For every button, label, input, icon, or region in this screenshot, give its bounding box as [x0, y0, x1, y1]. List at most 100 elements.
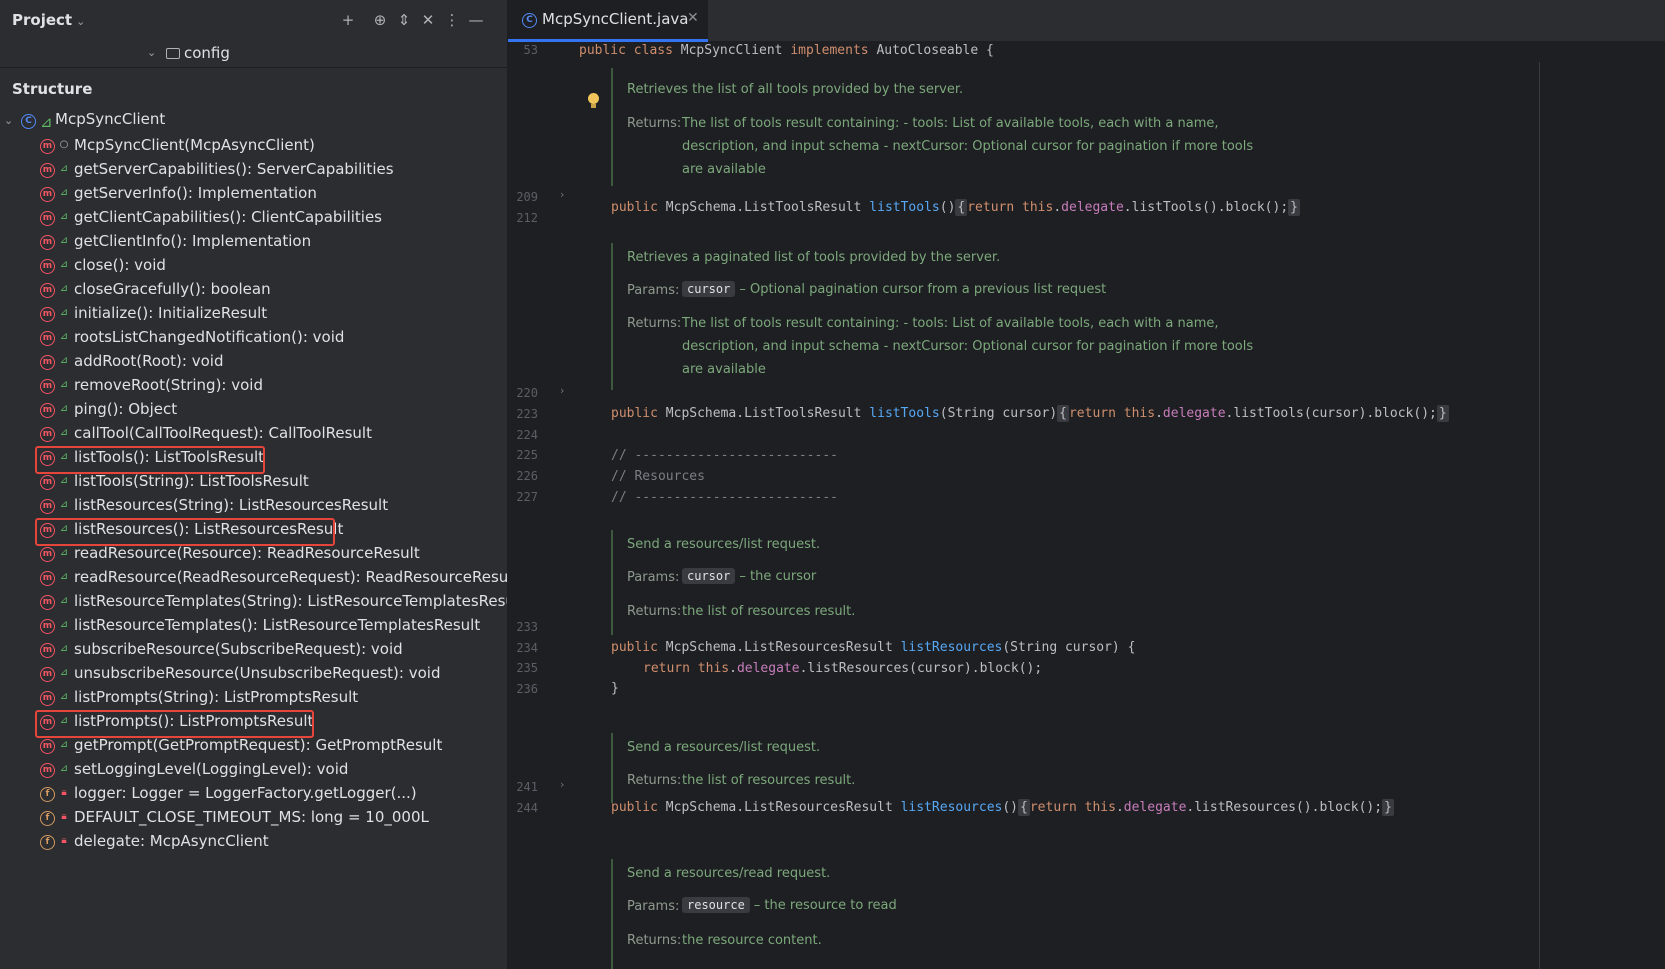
code-line-220[interactable]: public McpSchema.ListToolsResult listToo…: [611, 405, 1449, 422]
code-text: .listTools(cursor).block();: [1225, 406, 1437, 421]
doc-returns-text: description, and input schema - nextCurs…: [682, 339, 1254, 354]
method-icon: m: [40, 187, 55, 202]
keyword: this: [697, 661, 730, 676]
editor-tab-bar: C McpSyncClient.java ✕: [508, 0, 1665, 42]
folded-brace[interactable]: {: [955, 199, 968, 216]
method-icon: m: [40, 331, 55, 346]
public-visibility-icon: ⊿: [59, 643, 69, 654]
fold-chevron-icon[interactable]: ›: [560, 188, 564, 201]
structure-member[interactable]: f 🔒︎ DEFAULT_CLOSE_TIMEOUT_MS: long = 10_0…: [0, 806, 507, 830]
public-visibility-icon: ⊿: [59, 259, 69, 270]
structure-member[interactable]: m ⊿ listResources(String): ListResourcesRe…: [0, 494, 507, 518]
structure-member[interactable]: m ⊿ readResource(Resource): ReadResourceRe…: [0, 542, 507, 566]
class-icon: C: [522, 13, 537, 28]
structure-member-label: unsubscribeResource(UnsubscribeRequest):…: [74, 664, 441, 682]
folded-brace[interactable]: }: [1436, 405, 1449, 422]
comment-line[interactable]: // Resources: [611, 469, 705, 484]
structure-member-label: getPrompt(GetPromptRequest): GetPromptRe…: [74, 736, 443, 754]
method-icon: m: [40, 691, 55, 706]
project-title-dropdown[interactable]: Project ⌄: [12, 11, 85, 29]
structure-member[interactable]: m ⊿ removeRoot(String): void: [0, 374, 507, 398]
folded-brace[interactable]: {: [1057, 405, 1069, 422]
keyword: class: [633, 43, 673, 58]
structure-member[interactable]: m ⊿ getServerInfo(): Implementation: [0, 182, 507, 206]
hide-panel-icon[interactable]: —: [466, 10, 486, 30]
line-number: 53: [523, 43, 538, 57]
method-icon: m: [40, 547, 55, 562]
folded-brace[interactable]: }: [1382, 799, 1394, 816]
structure-member[interactable]: m ⊿ rootsListChangedNotification(): void: [0, 326, 507, 350]
structure-member[interactable]: m ⊿ getClientCapabilities(): ClientCapabil…: [0, 206, 507, 230]
expand-all-icon[interactable]: ⇕: [394, 10, 414, 30]
structure-member[interactable]: m ⊿ callTool(CallToolRequest): CallToolRes…: [0, 422, 507, 446]
structure-member[interactable]: m ⊿ getClientInfo(): Implementation: [0, 230, 507, 254]
structure-member[interactable]: m ⊿ unsubscribeResource(UnsubscribeRequest…: [0, 662, 507, 686]
tab-label: McpSyncClient.java: [542, 10, 689, 28]
locate-icon[interactable]: ⊕: [370, 10, 390, 30]
code-line-235[interactable]: }: [611, 681, 619, 696]
code-line-53[interactable]: public class McpSyncClient implements Au…: [579, 43, 994, 58]
keyword: this: [1084, 800, 1116, 815]
structure-member[interactable]: m ⊿ listResourceTemplates(String): ListRes…: [0, 590, 507, 614]
structure-class-node[interactable]: ⌄ C ⊿ McpSyncClient: [0, 110, 507, 134]
add-icon[interactable]: +: [338, 10, 358, 30]
structure-member[interactable]: m ⊿ listPrompts(): ListPromptsResult: [0, 710, 507, 738]
structure-member-label: logger: Logger = LoggerFactory.getLogger…: [74, 784, 417, 802]
structure-member[interactable]: m ⊿ listResourceTemplates(): ListResourceT…: [0, 614, 507, 638]
line-number: 241: [516, 780, 538, 794]
close-icon[interactable]: ✕: [687, 10, 699, 26]
lightbulb-icon[interactable]: [588, 93, 599, 108]
structure-member[interactable]: m ⊿ close(): void: [0, 254, 507, 278]
line-number: 212: [516, 211, 538, 225]
code-line-241[interactable]: public McpSchema.ListResourcesResult lis…: [611, 799, 1394, 816]
structure-member[interactable]: m ○ McpSyncClient(McpAsyncClient): [0, 134, 507, 158]
code-line-209[interactable]: public McpSchema.ListToolsResult listToo…: [611, 199, 1300, 216]
structure-member[interactable]: m ⊿ getPrompt(GetPromptRequest): GetPrompt…: [0, 734, 507, 758]
javadoc-list-tools: Retrieves the list of all tools provided…: [611, 68, 1271, 186]
structure-member[interactable]: f 🔒︎ delegate: McpAsyncClient: [0, 830, 507, 854]
code-line-233[interactable]: public McpSchema.ListResourcesResult lis…: [611, 640, 1135, 655]
structure-member[interactable]: m ⊿ getServerCapabilities(): ServerCapabil…: [0, 158, 507, 182]
comment-line[interactable]: // --------------------------: [611, 490, 838, 505]
code-text: .listResources(cursor).block();: [799, 661, 1043, 676]
doc-returns-text: The list of tools result containing: - t…: [682, 116, 1219, 131]
structure-member[interactable]: m ⊿ listTools(): ListToolsResult: [0, 446, 507, 474]
structure-member[interactable]: m ⊿ readResource(ReadResourceRequest): Rea…: [0, 566, 507, 590]
code-line-234[interactable]: return this.delegate.listResources(curso…: [643, 661, 1042, 676]
folded-brace[interactable]: {: [1018, 799, 1030, 816]
doc-param-text: – Optional pagination cursor from a prev…: [739, 282, 1107, 297]
structure-member[interactable]: m ⊿ addRoot(Root): void: [0, 350, 507, 374]
structure-member[interactable]: m ⊿ setLoggingLevel(LoggingLevel): void: [0, 758, 507, 782]
doc-returns-text: The list of tools result containing: - t…: [682, 316, 1219, 331]
tab-mcp-sync-client[interactable]: C McpSyncClient.java ✕: [508, 0, 708, 42]
structure-member[interactable]: m ⊿ listResources(): ListResourcesResult: [0, 518, 507, 546]
doc-returns-text: the list of resources result.: [682, 773, 856, 788]
collapse-all-icon[interactable]: ✕: [418, 10, 438, 30]
doc-returns-label: Returns:: [627, 604, 682, 619]
fold-chevron-icon[interactable]: ›: [560, 384, 564, 397]
doc-returns-label: Returns:: [627, 933, 682, 948]
more-options-icon[interactable]: ⋮: [442, 10, 462, 30]
structure-member-label: close(): void: [74, 256, 166, 274]
comment-line[interactable]: // --------------------------: [611, 448, 838, 463]
public-visibility-icon: ⊿: [59, 691, 69, 702]
structure-member-label: listResourceTemplates(): ListResourceTem…: [74, 616, 481, 634]
method-icon: m: [40, 403, 55, 418]
type-identifier: McpSchema.ListResourcesResult: [665, 800, 893, 815]
structure-member-label: listTools(String): ListToolsResult: [74, 472, 309, 490]
structure-member[interactable]: m ⊿ listPrompts(String): ListPromptsResult: [0, 686, 507, 710]
structure-member[interactable]: m ⊿ initialize(): InitializeResult: [0, 302, 507, 326]
structure-member[interactable]: m ⊿ ping(): Object: [0, 398, 507, 422]
tree-item-config[interactable]: ⌄ config: [0, 42, 507, 68]
structure-member[interactable]: m ⊿ closeGracefully(): boolean: [0, 278, 507, 302]
public-visibility-icon: ⊿: [59, 739, 69, 750]
field-identifier: delegate: [736, 661, 800, 676]
method-icon: m: [40, 475, 55, 490]
structure-member[interactable]: m ⊿ listTools(String): ListToolsResult: [0, 470, 507, 494]
structure-member[interactable]: m ⊿ subscribeResource(SubscribeRequest): v…: [0, 638, 507, 662]
doc-summary: Send a resources/list request.: [627, 740, 821, 755]
structure-member[interactable]: f 🔒︎ logger: Logger = LoggerFactory.getLog…: [0, 782, 507, 806]
doc-returns-text: are available: [682, 162, 766, 177]
fold-chevron-icon[interactable]: ›: [560, 778, 564, 791]
folded-brace[interactable]: }: [1288, 199, 1300, 216]
